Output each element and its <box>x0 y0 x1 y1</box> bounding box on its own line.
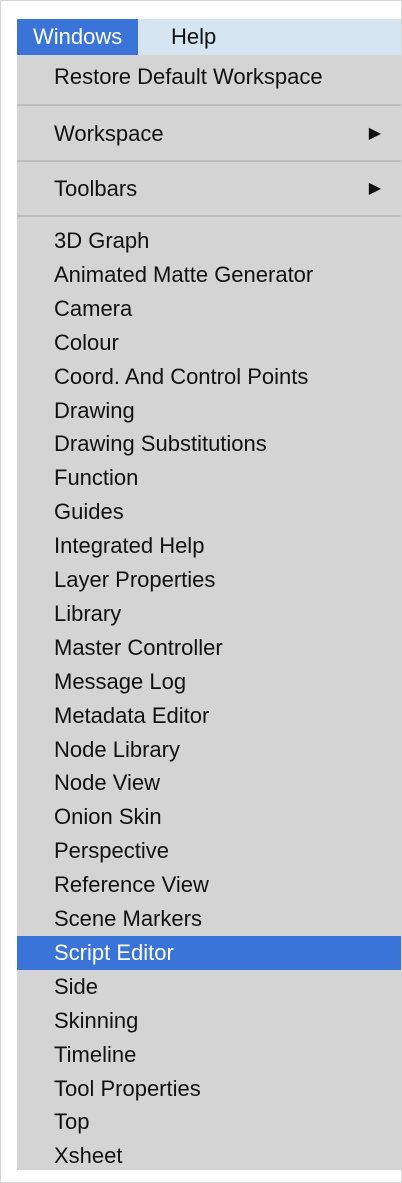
menu-item-script-editor[interactable]: Script Editor <box>17 935 401 970</box>
menubar-windows[interactable]: Windows <box>17 19 139 55</box>
menu-item-tool-properties[interactable]: Tool Properties <box>17 1072 401 1106</box>
menu-item-label: Drawing Substitutions <box>54 431 267 457</box>
menu-bar: Windows Help <box>17 19 401 55</box>
menu-item-workspace[interactable]: Workspace ▶ <box>17 110 401 158</box>
menu-item-side[interactable]: Side <box>17 970 401 1004</box>
menu-item-colour[interactable]: Colour <box>17 326 401 360</box>
submenu-arrow-icon: ▶ <box>368 180 381 197</box>
menu-item-drawing[interactable]: Drawing <box>17 394 401 428</box>
menu-item-library[interactable]: Library <box>17 597 401 631</box>
menu-item-label: Top <box>54 1109 90 1135</box>
menu-separator <box>17 215 401 217</box>
menu-item-label: Timeline <box>54 1041 137 1067</box>
menu-item-label: Master Controller <box>54 634 223 660</box>
menu-item-3d-graph[interactable]: 3D Graph <box>17 224 401 258</box>
menu-item-top[interactable]: Top <box>17 1105 401 1139</box>
windows-menu: Restore Default Workspace Workspace ▶ To… <box>17 55 401 1170</box>
menu-item-onion-skin[interactable]: Onion Skin <box>17 800 401 834</box>
menu-item-label: 3D Graph <box>54 228 150 253</box>
menu-item-toolbars[interactable]: Toolbars ▶ <box>17 165 401 213</box>
menu-item-animated-matte-generator[interactable]: Animated Matte Generator <box>17 258 401 292</box>
menu-item-node-library[interactable]: Node Library <box>17 733 401 767</box>
menu-item-label: Reference View <box>54 872 209 898</box>
menu-item-label: Integrated Help <box>54 533 205 559</box>
menu-item-label: Camera <box>54 295 133 321</box>
menu-item-label: Skinning <box>54 1007 139 1033</box>
menu-item-label: Script Editor <box>54 939 174 965</box>
menubar-help[interactable]: Help <box>155 19 232 55</box>
menu-item-label: Restore Default Workspace <box>54 64 323 89</box>
screenshot-frame: Windows Help Restore Default Workspace W… <box>0 0 402 1183</box>
menu-item-label: Colour <box>54 329 119 355</box>
menu-item-label: Layer Properties <box>54 567 216 592</box>
menu-item-xsheet[interactable]: Xsheet <box>17 1139 401 1173</box>
menu-item-label: Node Library <box>54 736 180 762</box>
menu-item-coord-and-control-points[interactable]: Coord. And Control Points <box>17 360 401 394</box>
menu-item-label: Library <box>54 600 122 626</box>
menu-item-label: Onion Skin <box>54 804 162 830</box>
menu-item-label: Xsheet <box>54 1143 123 1169</box>
menu-separator <box>17 104 401 106</box>
menu-item-label: Workspace <box>54 121 164 146</box>
menu-item-perspective[interactable]: Perspective <box>17 834 401 868</box>
menu-item-node-view[interactable]: Node View <box>17 766 401 800</box>
menu-item-label: Animated Matte Generator <box>54 261 314 287</box>
menu-item-label: Toolbars <box>54 176 138 201</box>
menu-item-label: Tool Properties <box>54 1075 201 1101</box>
menu-item-label: Perspective <box>54 838 169 864</box>
menu-item-label: Metadata Editor <box>54 702 210 728</box>
menu-item-function[interactable]: Function <box>17 461 401 495</box>
menu-item-label: Guides <box>54 499 124 525</box>
menu-item-label: Coord. And Control Points <box>54 363 309 389</box>
menu-item-metadata-editor[interactable]: Metadata Editor <box>17 699 401 733</box>
menu-item-integrated-help[interactable]: Integrated Help <box>17 529 401 563</box>
menu-item-skinning[interactable]: Skinning <box>17 1004 401 1038</box>
menu-item-message-log[interactable]: Message Log <box>17 665 401 699</box>
menu-item-guides[interactable]: Guides <box>17 495 401 529</box>
menu-item-timeline[interactable]: Timeline <box>17 1038 401 1072</box>
menu-item-master-controller[interactable]: Master Controller <box>17 631 401 665</box>
submenu-arrow-icon: ▶ <box>368 125 381 142</box>
menu-item-label: Side <box>54 973 99 999</box>
menu-item-restore-default-workspace[interactable]: Restore Default Workspace <box>17 55 401 99</box>
menu-item-label: Node View <box>54 770 160 796</box>
menu-item-label: Scene Markers <box>54 906 202 931</box>
menu-item-scene-markers[interactable]: Scene Markers <box>17 902 401 936</box>
menu-item-label: Function <box>54 465 139 491</box>
menu-item-drawing-substitutions[interactable]: Drawing Substitutions <box>17 427 401 461</box>
menu-item-layer-properties[interactable]: Layer Properties <box>17 563 401 597</box>
menu-separator <box>17 160 401 162</box>
menu-item-label: Message Log <box>54 668 187 694</box>
menu-item-camera[interactable]: Camera <box>17 292 401 326</box>
menu-item-reference-view[interactable]: Reference View <box>17 868 401 902</box>
menu-item-label: Drawing <box>54 397 135 423</box>
